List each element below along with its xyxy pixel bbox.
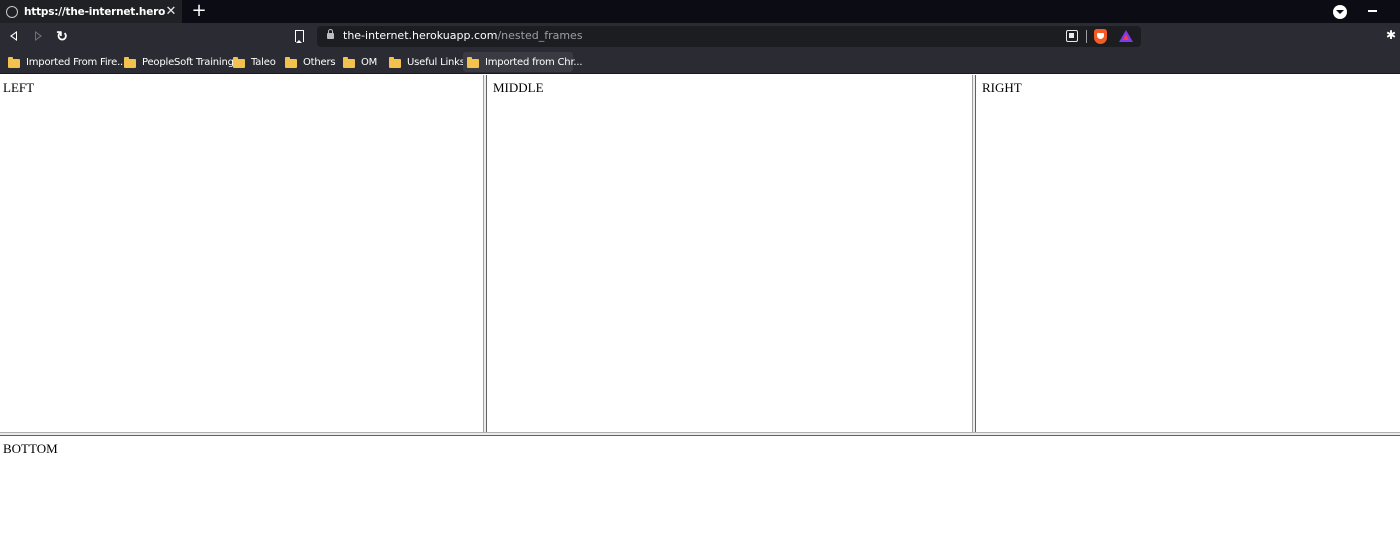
reload-icon[interactable]: ↻ — [55, 29, 69, 43]
brave-rewards-icon[interactable] — [1119, 30, 1133, 42]
page-content: LEFT MIDDLE RIGHT BOTTOM — [0, 75, 1400, 545]
bookmark-label: Useful Links — [407, 56, 465, 68]
bookmark-label: PeopleSoft Training — [142, 56, 234, 68]
frame-left: LEFT — [0, 75, 483, 432]
omnibox-divider — [1086, 30, 1087, 43]
url-text[interactable]: the-internet.herokuapp.com/nested_frames — [343, 29, 583, 42]
forward-icon[interactable] — [31, 29, 45, 43]
tab-search-icon[interactable] — [1333, 5, 1347, 19]
address-bar[interactable]: the-internet.herokuapp.com/nested_frames — [317, 26, 1141, 47]
extensions-icon[interactable]: ✱ — [1385, 29, 1397, 41]
browser-toolbar: ↻ the-internet.herokuapp.com/nested_fram… — [0, 23, 1400, 50]
frame-left-text: LEFT — [3, 80, 35, 95]
folder-icon — [467, 56, 479, 68]
frame-bottom: BOTTOM — [0, 436, 1400, 545]
folder-icon — [124, 56, 136, 68]
active-tab[interactable]: https://the-internet.herokuapp.com/neste… — [0, 0, 182, 23]
frame-right: RIGHT — [976, 75, 1400, 432]
frame-middle: MIDDLE — [487, 75, 972, 432]
bookmark-folder-om[interactable]: OM — [339, 52, 381, 72]
tab-title: https://the-internet.herokuapp.com/neste… — [24, 5, 166, 18]
url-host: the-internet.herokuapp.com — [343, 29, 498, 42]
qr-code-icon[interactable] — [1066, 30, 1078, 42]
url-path: /nested_frames — [497, 29, 583, 42]
bookmark-icon[interactable] — [295, 30, 304, 43]
bookmark-folder-imported-from-chrome[interactable]: Imported from Chr... — [463, 52, 583, 72]
frame-middle-text: MIDDLE — [493, 80, 544, 95]
folder-icon — [389, 56, 401, 68]
tab-strip: https://the-internet.herokuapp.com/neste… — [0, 0, 1400, 23]
lock-icon[interactable] — [327, 29, 334, 39]
minimize-icon[interactable] — [1368, 10, 1377, 12]
folder-icon — [8, 56, 20, 68]
bookmark-folder-taleo[interactable]: Taleo — [229, 52, 280, 72]
bookmark-label: Imported from Chr... — [485, 56, 583, 68]
bookmark-folder-peoplesoft-training[interactable]: PeopleSoft Training — [120, 52, 238, 72]
plus-icon[interactable]: + — [191, 2, 207, 20]
bookmark-label: Imported From Fire... — [26, 56, 127, 68]
bookmark-label: Taleo — [251, 56, 276, 68]
folder-icon — [285, 56, 297, 68]
bookmark-folder-others[interactable]: Others — [281, 52, 339, 72]
bookmarks-bar: Imported From Fire... PeopleSoft Trainin… — [0, 50, 1400, 74]
back-icon[interactable] — [7, 29, 21, 43]
brave-shields-icon[interactable] — [1094, 29, 1107, 44]
close-icon[interactable]: ✕ — [165, 4, 177, 17]
bookmark-label: Others — [303, 56, 336, 68]
folder-icon — [233, 56, 245, 68]
frame-right-text: RIGHT — [982, 80, 1022, 95]
frame-bottom-text: BOTTOM — [3, 441, 58, 456]
globe-icon — [6, 5, 18, 18]
bookmark-label: OM — [361, 56, 378, 68]
folder-icon — [343, 56, 355, 68]
bookmark-folder-useful-links[interactable]: Useful Links — [385, 52, 469, 72]
bookmark-folder-imported-from-firefox[interactable]: Imported From Fire... — [4, 52, 130, 72]
